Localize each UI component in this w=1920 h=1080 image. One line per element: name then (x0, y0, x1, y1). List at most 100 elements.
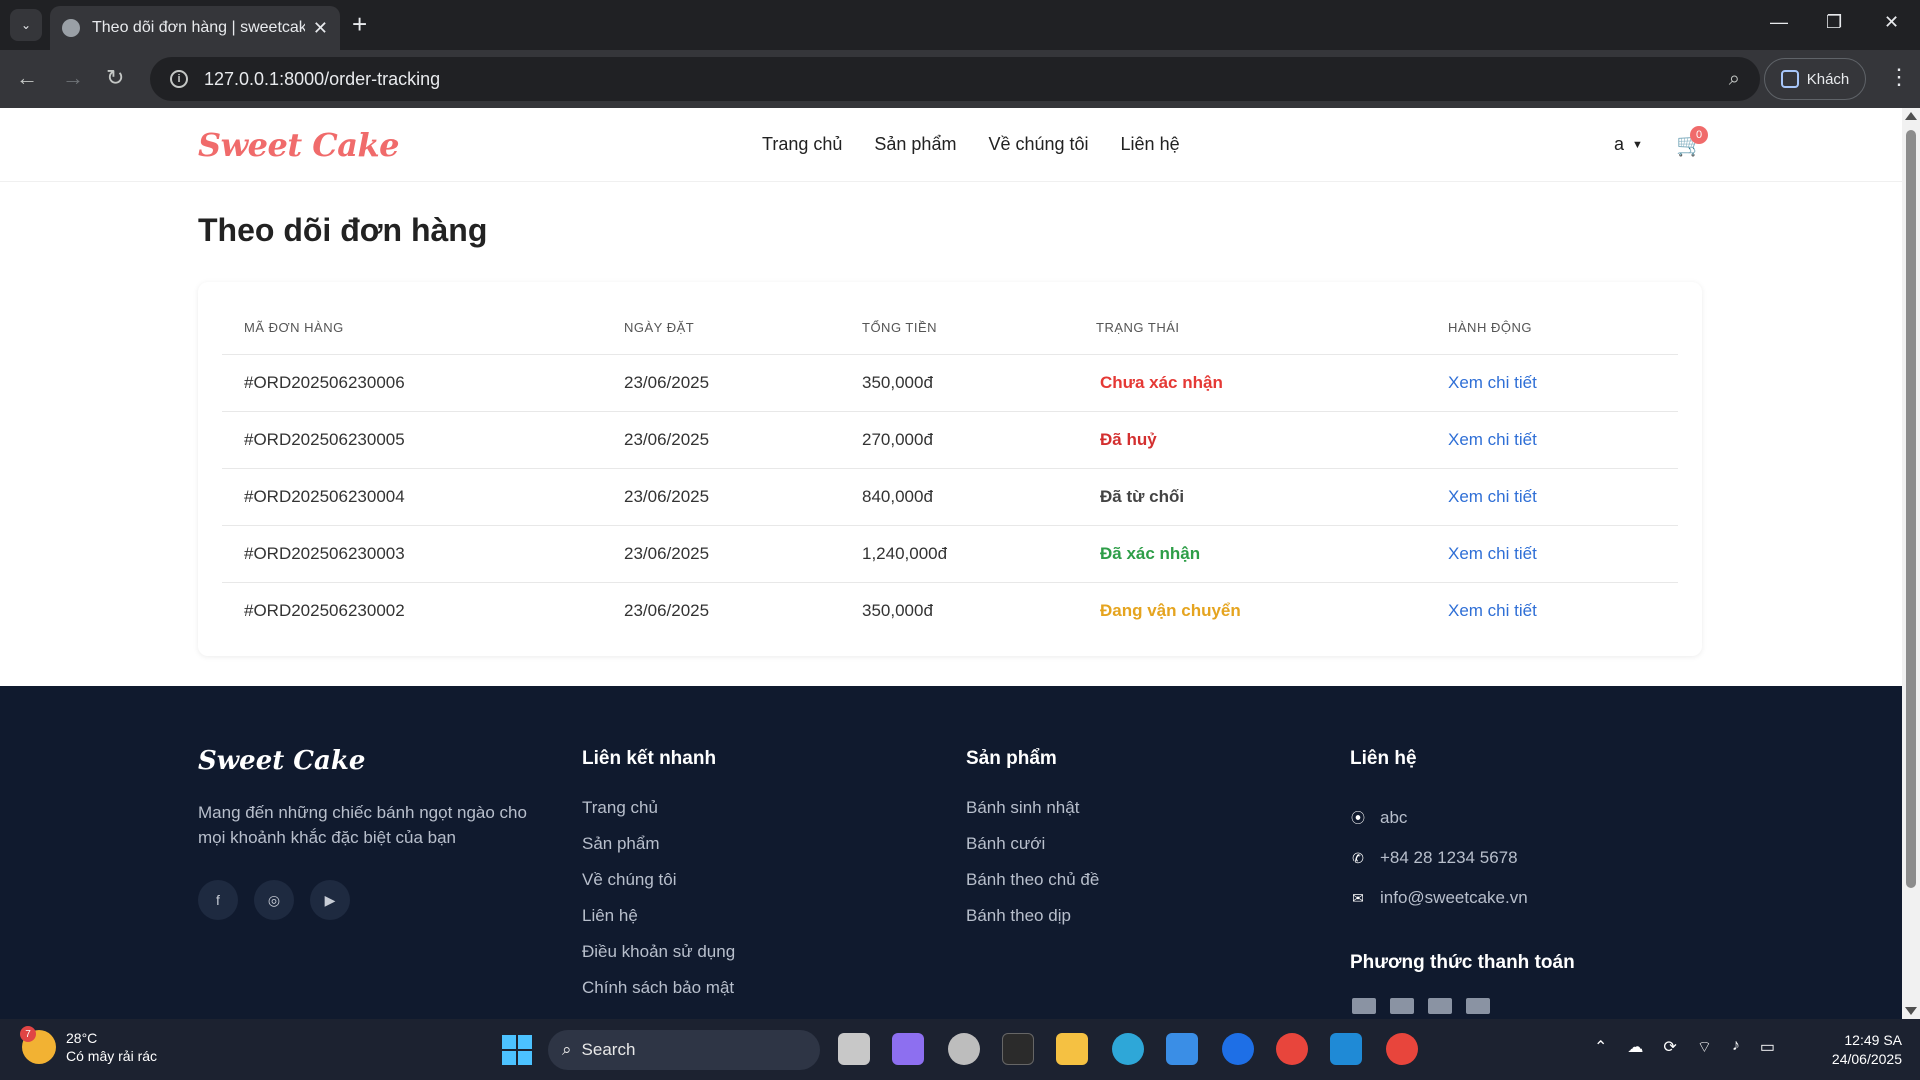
vscode-icon[interactable] (1330, 1033, 1362, 1065)
youtube-icon[interactable]: ▶ (310, 880, 350, 920)
scrollbar-thumb[interactable] (1906, 130, 1916, 888)
site-info-icon[interactable]: i (170, 70, 188, 88)
address-bar[interactable]: i 127.0.0.1:8000/order-tracking ⌕ (150, 57, 1760, 101)
facebook-icon[interactable]: f (198, 880, 238, 920)
windows-start-icon[interactable] (502, 1035, 532, 1065)
file-explorer-icon[interactable] (1056, 1033, 1088, 1065)
column-header-total: TỔNG TIỀN (862, 320, 938, 335)
chrome-profile-icon[interactable] (1386, 1033, 1418, 1065)
user-menu[interactable]: a ▼ (1614, 134, 1643, 155)
scroll-down-arrow-icon[interactable] (1905, 1007, 1917, 1015)
task-view-icon[interactable] (838, 1033, 870, 1065)
close-tab-icon[interactable]: ✕ (313, 18, 328, 39)
chrome-icon[interactable] (1276, 1033, 1308, 1065)
browser-menu-icon[interactable]: ⋮ (1888, 64, 1910, 90)
nav-item-contact[interactable]: Liên hệ (1121, 134, 1180, 155)
footer-link-birthday-cakes[interactable]: Bánh sinh nhật (966, 798, 1099, 834)
taskbar-search[interactable]: ⌕ Search (548, 1030, 820, 1070)
minimize-button[interactable]: — (1770, 12, 1788, 33)
copilot-icon[interactable] (892, 1033, 924, 1065)
order-total: 350,000đ (862, 373, 933, 392)
page-scrollbar[interactable] (1902, 108, 1920, 1019)
forward-button[interactable]: → (62, 64, 84, 92)
instagram-icon[interactable]: ◎ (254, 880, 294, 920)
order-id: #ORD202506230004 (244, 487, 405, 506)
order-status: Đã từ chối (1100, 487, 1185, 506)
main-nav: Trang chủ Sản phẩm Về chúng tôi Liên hệ (762, 134, 1180, 155)
order-id: #ORD202506230003 (244, 544, 405, 563)
taskbar-search-label: Search (581, 1040, 636, 1059)
system-tray: ⌃ ☁ ⟳ ⌔ ♪ ▭ (1594, 1037, 1775, 1057)
footer-link-wedding-cakes[interactable]: Bánh cưới (966, 834, 1099, 870)
footer-link-privacy[interactable]: Chính sách bảo mật (582, 978, 735, 1014)
notion-icon[interactable] (1002, 1033, 1034, 1065)
browser-tab[interactable]: Theo dõi đơn hàng | sweetcake ✕ (50, 6, 340, 50)
column-header-action: HÀNH ĐỘNG (1448, 320, 1532, 335)
nav-item-about[interactable]: Về chúng tôi (988, 134, 1088, 155)
order-status: Đã huỷ (1100, 430, 1157, 449)
order-date: 23/06/2025 (624, 430, 710, 449)
edge-icon[interactable] (1112, 1033, 1144, 1065)
view-detail-link[interactable]: Xem chi tiết (1448, 487, 1537, 507)
footer-link-contact[interactable]: Liên hệ (582, 906, 735, 942)
order-status: Đã xác nhận (1100, 544, 1201, 563)
scroll-up-arrow-icon[interactable] (1905, 112, 1917, 120)
new-tab-button[interactable]: + (352, 10, 367, 38)
chevron-up-icon[interactable]: ⌃ (1594, 1037, 1607, 1057)
tab-search-menu-button[interactable]: ⌄ (10, 9, 42, 41)
clock-time: 12:49 SA (1844, 1032, 1902, 1048)
contact-email: ✉ info@sweetcake.vn (1350, 878, 1528, 918)
battery-icon[interactable]: ▭ (1760, 1037, 1775, 1057)
view-detail-link[interactable]: Xem chi tiết (1448, 544, 1537, 564)
nav-item-home[interactable]: Trang chủ (762, 134, 842, 155)
table-row: #ORD202506230003 23/06/2025 1,240,000đ Đ… (222, 525, 1678, 582)
contact-title: Liên hệ (1350, 748, 1417, 769)
view-detail-link[interactable]: Xem chi tiết (1448, 601, 1537, 621)
view-detail-link[interactable]: Xem chi tiết (1448, 373, 1537, 393)
order-date: 23/06/2025 (624, 601, 710, 620)
zoom-icon[interactable]: ⌕ (1729, 68, 1740, 91)
column-header-order-id: MÃ ĐƠN HÀNG (244, 320, 344, 335)
cart-count-badge: 0 (1690, 126, 1708, 144)
restore-button[interactable]: ❐ (1826, 12, 1842, 33)
sync-icon[interactable]: ⟳ (1663, 1037, 1676, 1057)
payment-icons (1352, 998, 1490, 1014)
url-text[interactable]: 127.0.0.1:8000/order-tracking (204, 69, 1729, 90)
contact-address: ⦿ abc (1350, 798, 1528, 838)
page-viewport: Sweet Cake Trang chủ Sản phẩm Về chúng t… (0, 108, 1902, 1019)
order-total: 270,000đ (862, 430, 933, 449)
wifi-icon[interactable]: ⌔ (1697, 1037, 1712, 1057)
products-column: Sản phẩm Bánh sinh nhật Bánh cưới Bánh t… (966, 748, 1099, 942)
site-footer: Sweet Cake Mang đến những chiếc bánh ngọ… (0, 686, 1902, 1019)
cart-button[interactable]: 🛒 0 (1676, 126, 1708, 160)
order-total: 350,000đ (862, 601, 933, 620)
table-row: #ORD202506230006 23/06/2025 350,000đ Chư… (222, 354, 1678, 411)
zalo-icon[interactable] (1222, 1033, 1254, 1065)
profile-button[interactable]: Khách (1764, 58, 1866, 100)
weather-widget[interactable]: 7 28°C Có mây rải rác (20, 1026, 157, 1065)
search-app-icon[interactable] (948, 1033, 980, 1065)
credit-card-icon (1466, 998, 1490, 1014)
windows-taskbar: 7 28°C Có mây rải rác ⌕ Search ⌃ ☁ ⟳ ⌔ ♪… (0, 1019, 1920, 1080)
footer-link-occasion-cakes[interactable]: Bánh theo dịp (966, 906, 1099, 942)
globe-icon (62, 19, 80, 37)
close-window-button[interactable]: ✕ (1884, 12, 1899, 33)
footer-link-products[interactable]: Sản phẩm (582, 834, 735, 870)
footer-link-theme-cakes[interactable]: Bánh theo chủ đề (966, 870, 1099, 906)
volume-icon[interactable]: ♪ (1732, 1037, 1740, 1057)
column-header-date: NGÀY ĐẶT (624, 320, 695, 335)
reload-button[interactable]: ↻ (106, 64, 124, 92)
view-detail-link[interactable]: Xem chi tiết (1448, 430, 1537, 450)
back-button[interactable]: ← (16, 64, 38, 92)
order-id: #ORD202506230002 (244, 601, 405, 620)
site-logo[interactable]: Sweet Cake (198, 126, 400, 164)
footer-logo[interactable]: Sweet Cake (198, 746, 365, 776)
taskbar-clock[interactable]: 12:49 SA 24/06/2025 (1818, 1031, 1902, 1069)
nav-item-products[interactable]: Sản phẩm (874, 134, 956, 155)
order-total: 1,240,000đ (862, 544, 948, 563)
footer-link-terms[interactable]: Điều khoản sử dụng (582, 942, 735, 978)
cloud-icon[interactable]: ☁ (1627, 1037, 1643, 1057)
footer-link-home[interactable]: Trang chủ (582, 798, 735, 834)
footer-link-about[interactable]: Về chúng tôi (582, 870, 735, 906)
store-icon[interactable] (1166, 1033, 1198, 1065)
